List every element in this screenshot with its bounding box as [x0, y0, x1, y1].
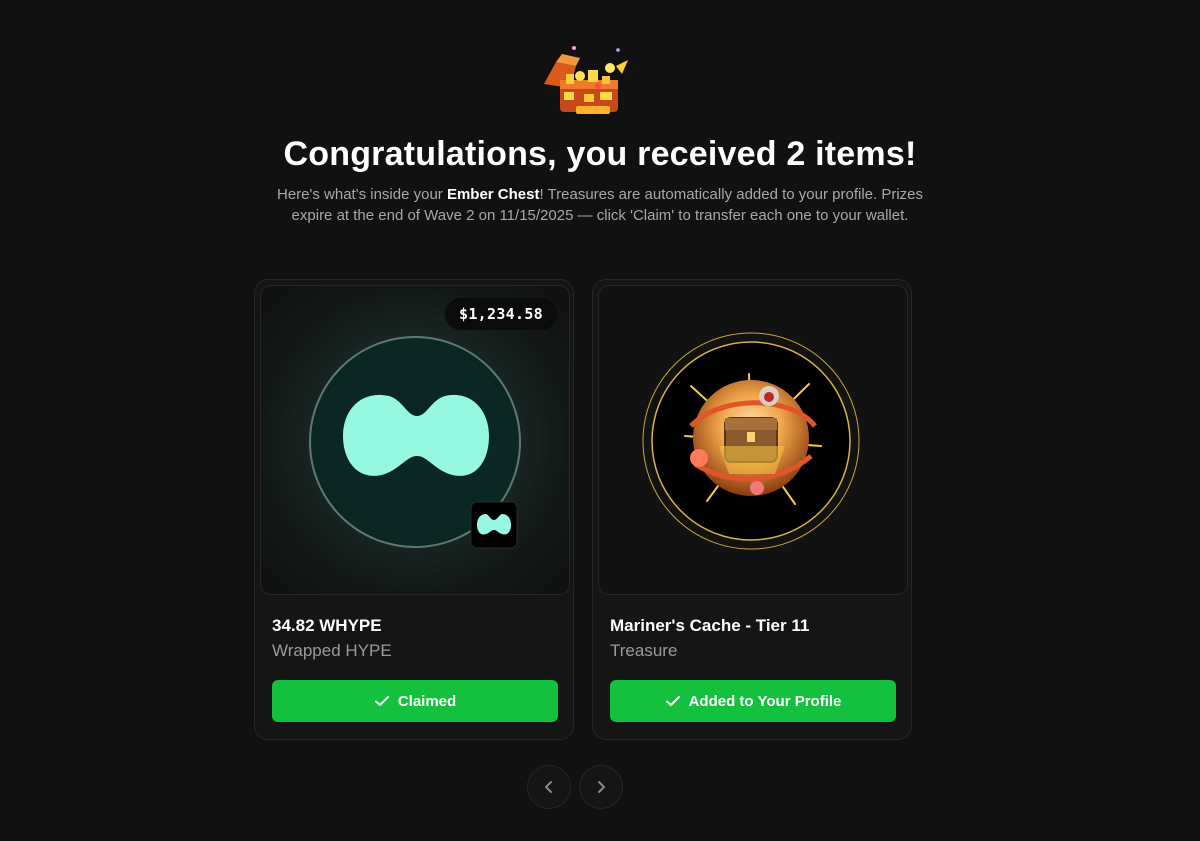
price-badge: $1,234.58	[445, 298, 557, 330]
page-title: Congratulations, you received 2 items!	[283, 135, 917, 173]
previous-button[interactable]	[527, 765, 571, 809]
next-button[interactable]	[579, 765, 623, 809]
check-icon	[665, 696, 680, 706]
chevron-right-icon	[598, 781, 605, 793]
reward-card-mariners-cache: Mariner's Cache - Tier 11 Treasure Added…	[592, 279, 912, 740]
reward-media: $1,234.58	[260, 285, 570, 595]
added-button-label: Added to Your Profile	[688, 692, 842, 710]
reward-subtitle: Treasure	[610, 641, 678, 660]
added-to-profile-button[interactable]: Added to Your Profile	[610, 680, 896, 722]
claimed-button[interactable]: Claimed	[272, 680, 558, 722]
chest-name: Ember Chest	[446, 186, 540, 203]
check-icon	[374, 696, 389, 706]
claimed-button-label: Claimed	[397, 692, 457, 710]
treasure-chest-icon	[536, 40, 640, 120]
treasure-orb-icon	[642, 332, 860, 550]
reward-card-whype: $1,234.58 34.82 WHYPE Wrapped HYPE Claim…	[254, 279, 574, 740]
reward-name: Mariner's Cache - Tier 11	[610, 616, 810, 635]
subtitle-text: Here's what's inside your	[276, 186, 447, 203]
page-subtitle: Here's what's inside your Ember Chest! T…	[265, 184, 935, 226]
reward-subtitle: Wrapped HYPE	[272, 641, 392, 660]
reward-name: 34.82 WHYPE	[272, 616, 382, 635]
reward-media	[598, 285, 908, 595]
chevron-left-icon	[545, 781, 552, 793]
hype-token-icon	[309, 336, 521, 549]
